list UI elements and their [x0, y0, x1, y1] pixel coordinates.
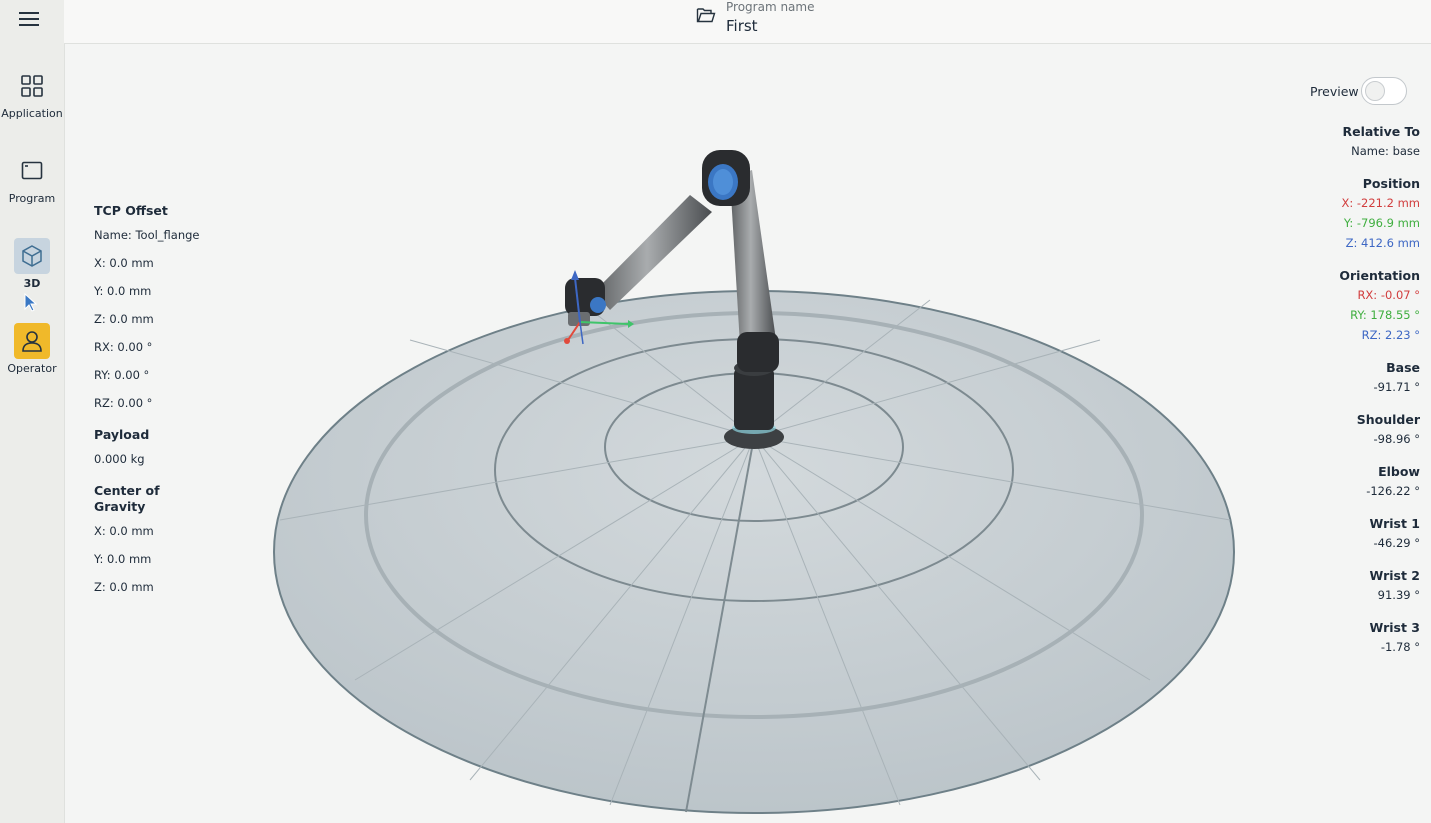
orientation-ry: RY: 178.55 ° — [1350, 308, 1420, 322]
folder-open-icon[interactable] — [696, 6, 716, 24]
cog-z: Z: 0.0 mm — [94, 580, 154, 594]
joint-wrist3-title: Wrist 3 — [1369, 620, 1420, 635]
relative-to-title: Relative To — [1342, 124, 1420, 139]
tcp-offset-title: TCP Offset — [94, 203, 168, 218]
toggle-knob — [1365, 81, 1385, 101]
joint-base-value: -91.71 ° — [1373, 380, 1420, 394]
preview-toggle[interactable] — [1361, 77, 1407, 105]
joint-shoulder-value: -98.96 ° — [1373, 432, 1420, 446]
position-x: X: -221.2 mm — [1341, 196, 1420, 210]
preview-label: Preview — [1310, 84, 1359, 99]
person-icon — [14, 323, 50, 359]
grid-icon — [14, 68, 50, 104]
joint-base-title: Base — [1386, 360, 1420, 375]
joint-elbow-value: -126.22 ° — [1366, 484, 1420, 498]
orientation-rz: RZ: 2.23 ° — [1361, 328, 1420, 342]
tcp-z: Z: 0.0 mm — [94, 312, 154, 326]
sidebar: Application Program 3D Operator — [0, 0, 65, 823]
window-icon — [14, 153, 50, 189]
joint-wrist2-title: Wrist 2 — [1369, 568, 1420, 583]
mouse-cursor-icon — [24, 293, 38, 312]
program-name-label: Program name — [726, 0, 815, 14]
joint-wrist3-value: -1.78 ° — [1380, 640, 1420, 654]
cog-title-line2: Gravity — [94, 499, 146, 514]
joint-wrist1-title: Wrist 1 — [1369, 516, 1420, 531]
relative-to-name: Name: base — [1351, 144, 1420, 158]
position-z: Z: 412.6 mm — [1345, 236, 1420, 250]
tcp-ry: RY: 0.00 ° — [94, 368, 150, 382]
sidebar-item-application[interactable]: Application — [0, 68, 64, 120]
cube-icon — [14, 238, 50, 274]
sidebar-item-program[interactable]: Program — [0, 153, 64, 205]
orientation-title: Orientation — [1339, 268, 1420, 283]
sidebar-item-3d[interactable]: 3D — [0, 238, 64, 290]
tcp-y: Y: 0.0 mm — [94, 284, 152, 298]
tcp-x: X: 0.0 mm — [94, 256, 154, 270]
cog-title-line1: Center of — [94, 483, 160, 498]
sidebar-item-label: 3D — [23, 277, 41, 290]
tcp-rx: RX: 0.00 ° — [94, 340, 153, 354]
cog-x: X: 0.0 mm — [94, 524, 154, 538]
3d-viewport[interactable] — [64, 44, 1431, 823]
header-bar: Program name First — [64, 0, 1431, 44]
sidebar-item-label: Program — [8, 192, 56, 205]
payload-title: Payload — [94, 427, 150, 442]
position-y: Y: -796.9 mm — [1343, 216, 1420, 230]
joint-wrist2-value: 91.39 ° — [1377, 588, 1420, 602]
sidebar-item-label: Application — [1, 107, 63, 120]
orientation-rx: RX: -0.07 ° — [1357, 288, 1420, 302]
sidebar-item-label: Operator — [7, 362, 57, 375]
cog-y: Y: 0.0 mm — [94, 552, 152, 566]
tcp-name: Name: Tool_flange — [94, 228, 200, 242]
sidebar-item-operator[interactable]: Operator — [0, 323, 64, 375]
tcp-rz: RZ: 0.00 ° — [94, 396, 153, 410]
program-name[interactable]: First — [726, 17, 758, 35]
joint-elbow-title: Elbow — [1378, 464, 1420, 479]
payload-value: 0.000 kg — [94, 452, 145, 466]
hamburger-menu-icon[interactable] — [15, 8, 43, 30]
joint-shoulder-title: Shoulder — [1356, 412, 1420, 427]
joint-wrist1-value: -46.29 ° — [1373, 536, 1420, 550]
position-title: Position — [1362, 176, 1420, 191]
